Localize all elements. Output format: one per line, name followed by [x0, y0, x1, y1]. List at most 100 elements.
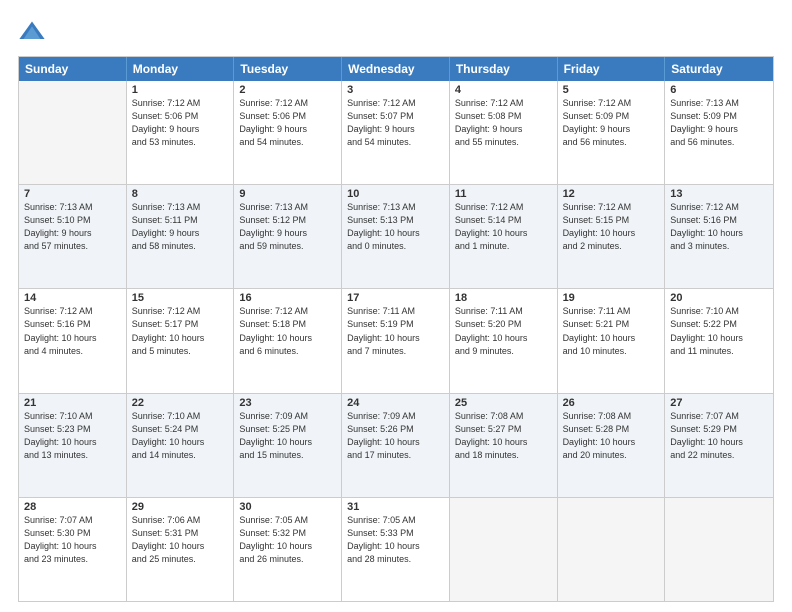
cell-info: Sunrise: 7:12 AMSunset: 5:14 PMDaylight:… [455, 201, 552, 253]
cal-cell-2-2: 16Sunrise: 7:12 AMSunset: 5:18 PMDayligh… [234, 289, 342, 392]
day-number: 28 [24, 501, 121, 513]
cal-cell-0-4: 4Sunrise: 7:12 AMSunset: 5:08 PMDaylight… [450, 81, 558, 184]
logo [18, 18, 50, 46]
cell-info: Sunrise: 7:12 AMSunset: 5:18 PMDaylight:… [239, 305, 336, 357]
header [18, 18, 774, 46]
day-number: 1 [132, 84, 229, 96]
cell-info: Sunrise: 7:12 AMSunset: 5:06 PMDaylight:… [132, 97, 229, 149]
cal-cell-0-5: 5Sunrise: 7:12 AMSunset: 5:09 PMDaylight… [558, 81, 666, 184]
day-number: 26 [563, 397, 660, 409]
day-number: 27 [670, 397, 768, 409]
cell-info: Sunrise: 7:11 AMSunset: 5:19 PMDaylight:… [347, 305, 444, 357]
day-number: 21 [24, 397, 121, 409]
cal-cell-4-1: 29Sunrise: 7:06 AMSunset: 5:31 PMDayligh… [127, 498, 235, 601]
logo-icon [18, 18, 46, 46]
cal-cell-4-4 [450, 498, 558, 601]
cell-info: Sunrise: 7:12 AMSunset: 5:06 PMDaylight:… [239, 97, 336, 149]
calendar-body: 1Sunrise: 7:12 AMSunset: 5:06 PMDaylight… [19, 81, 773, 601]
cal-cell-2-1: 15Sunrise: 7:12 AMSunset: 5:17 PMDayligh… [127, 289, 235, 392]
header-day-thursday: Thursday [450, 57, 558, 81]
cal-cell-1-6: 13Sunrise: 7:12 AMSunset: 5:16 PMDayligh… [665, 185, 773, 288]
cal-cell-4-0: 28Sunrise: 7:07 AMSunset: 5:30 PMDayligh… [19, 498, 127, 601]
cal-cell-3-6: 27Sunrise: 7:07 AMSunset: 5:29 PMDayligh… [665, 394, 773, 497]
cell-info: Sunrise: 7:10 AMSunset: 5:24 PMDaylight:… [132, 410, 229, 462]
calendar-header: SundayMondayTuesdayWednesdayThursdayFrid… [19, 57, 773, 81]
calendar: SundayMondayTuesdayWednesdayThursdayFrid… [18, 56, 774, 602]
cell-info: Sunrise: 7:13 AMSunset: 5:13 PMDaylight:… [347, 201, 444, 253]
header-day-tuesday: Tuesday [234, 57, 342, 81]
day-number: 3 [347, 84, 444, 96]
cal-cell-3-3: 24Sunrise: 7:09 AMSunset: 5:26 PMDayligh… [342, 394, 450, 497]
cell-info: Sunrise: 7:07 AMSunset: 5:29 PMDaylight:… [670, 410, 768, 462]
day-number: 9 [239, 188, 336, 200]
day-number: 30 [239, 501, 336, 513]
cal-cell-2-6: 20Sunrise: 7:10 AMSunset: 5:22 PMDayligh… [665, 289, 773, 392]
cell-info: Sunrise: 7:12 AMSunset: 5:17 PMDaylight:… [132, 305, 229, 357]
cell-info: Sunrise: 7:12 AMSunset: 5:15 PMDaylight:… [563, 201, 660, 253]
cal-cell-3-5: 26Sunrise: 7:08 AMSunset: 5:28 PMDayligh… [558, 394, 666, 497]
cell-info: Sunrise: 7:12 AMSunset: 5:16 PMDaylight:… [670, 201, 768, 253]
cal-cell-3-1: 22Sunrise: 7:10 AMSunset: 5:24 PMDayligh… [127, 394, 235, 497]
cell-info: Sunrise: 7:10 AMSunset: 5:23 PMDaylight:… [24, 410, 121, 462]
day-number: 31 [347, 501, 444, 513]
day-number: 14 [24, 292, 121, 304]
cell-info: Sunrise: 7:12 AMSunset: 5:16 PMDaylight:… [24, 305, 121, 357]
cell-info: Sunrise: 7:10 AMSunset: 5:22 PMDaylight:… [670, 305, 768, 357]
cell-info: Sunrise: 7:12 AMSunset: 5:08 PMDaylight:… [455, 97, 552, 149]
cal-cell-0-1: 1Sunrise: 7:12 AMSunset: 5:06 PMDaylight… [127, 81, 235, 184]
cell-info: Sunrise: 7:12 AMSunset: 5:07 PMDaylight:… [347, 97, 444, 149]
cell-info: Sunrise: 7:08 AMSunset: 5:27 PMDaylight:… [455, 410, 552, 462]
cell-info: Sunrise: 7:13 AMSunset: 5:11 PMDaylight:… [132, 201, 229, 253]
cal-cell-3-0: 21Sunrise: 7:10 AMSunset: 5:23 PMDayligh… [19, 394, 127, 497]
cal-cell-1-4: 11Sunrise: 7:12 AMSunset: 5:14 PMDayligh… [450, 185, 558, 288]
cal-cell-0-0 [19, 81, 127, 184]
cal-cell-0-3: 3Sunrise: 7:12 AMSunset: 5:07 PMDaylight… [342, 81, 450, 184]
calendar-row-2: 14Sunrise: 7:12 AMSunset: 5:16 PMDayligh… [19, 288, 773, 392]
day-number: 7 [24, 188, 121, 200]
day-number: 13 [670, 188, 768, 200]
day-number: 15 [132, 292, 229, 304]
cell-info: Sunrise: 7:09 AMSunset: 5:25 PMDaylight:… [239, 410, 336, 462]
calendar-row-3: 21Sunrise: 7:10 AMSunset: 5:23 PMDayligh… [19, 393, 773, 497]
day-number: 10 [347, 188, 444, 200]
cell-info: Sunrise: 7:11 AMSunset: 5:20 PMDaylight:… [455, 305, 552, 357]
cal-cell-1-1: 8Sunrise: 7:13 AMSunset: 5:11 PMDaylight… [127, 185, 235, 288]
day-number: 5 [563, 84, 660, 96]
day-number: 18 [455, 292, 552, 304]
cell-info: Sunrise: 7:12 AMSunset: 5:09 PMDaylight:… [563, 97, 660, 149]
cal-cell-2-0: 14Sunrise: 7:12 AMSunset: 5:16 PMDayligh… [19, 289, 127, 392]
cal-cell-3-2: 23Sunrise: 7:09 AMSunset: 5:25 PMDayligh… [234, 394, 342, 497]
cal-cell-4-5 [558, 498, 666, 601]
day-number: 19 [563, 292, 660, 304]
cal-cell-1-2: 9Sunrise: 7:13 AMSunset: 5:12 PMDaylight… [234, 185, 342, 288]
header-day-friday: Friday [558, 57, 666, 81]
cell-info: Sunrise: 7:11 AMSunset: 5:21 PMDaylight:… [563, 305, 660, 357]
cell-info: Sunrise: 7:05 AMSunset: 5:32 PMDaylight:… [239, 514, 336, 566]
cal-cell-1-5: 12Sunrise: 7:12 AMSunset: 5:15 PMDayligh… [558, 185, 666, 288]
cal-cell-2-4: 18Sunrise: 7:11 AMSunset: 5:20 PMDayligh… [450, 289, 558, 392]
day-number: 6 [670, 84, 768, 96]
cell-info: Sunrise: 7:09 AMSunset: 5:26 PMDaylight:… [347, 410, 444, 462]
cal-cell-2-5: 19Sunrise: 7:11 AMSunset: 5:21 PMDayligh… [558, 289, 666, 392]
calendar-row-0: 1Sunrise: 7:12 AMSunset: 5:06 PMDaylight… [19, 81, 773, 184]
cal-cell-4-6 [665, 498, 773, 601]
header-day-saturday: Saturday [665, 57, 773, 81]
day-number: 8 [132, 188, 229, 200]
cal-cell-1-0: 7Sunrise: 7:13 AMSunset: 5:10 PMDaylight… [19, 185, 127, 288]
cal-cell-4-3: 31Sunrise: 7:05 AMSunset: 5:33 PMDayligh… [342, 498, 450, 601]
cell-info: Sunrise: 7:07 AMSunset: 5:30 PMDaylight:… [24, 514, 121, 566]
day-number: 12 [563, 188, 660, 200]
day-number: 2 [239, 84, 336, 96]
day-number: 11 [455, 188, 552, 200]
cell-info: Sunrise: 7:05 AMSunset: 5:33 PMDaylight:… [347, 514, 444, 566]
day-number: 22 [132, 397, 229, 409]
cal-cell-0-6: 6Sunrise: 7:13 AMSunset: 5:09 PMDaylight… [665, 81, 773, 184]
cell-info: Sunrise: 7:13 AMSunset: 5:10 PMDaylight:… [24, 201, 121, 253]
header-day-sunday: Sunday [19, 57, 127, 81]
day-number: 20 [670, 292, 768, 304]
day-number: 17 [347, 292, 444, 304]
calendar-row-4: 28Sunrise: 7:07 AMSunset: 5:30 PMDayligh… [19, 497, 773, 601]
day-number: 24 [347, 397, 444, 409]
day-number: 29 [132, 501, 229, 513]
cal-cell-0-2: 2Sunrise: 7:12 AMSunset: 5:06 PMDaylight… [234, 81, 342, 184]
